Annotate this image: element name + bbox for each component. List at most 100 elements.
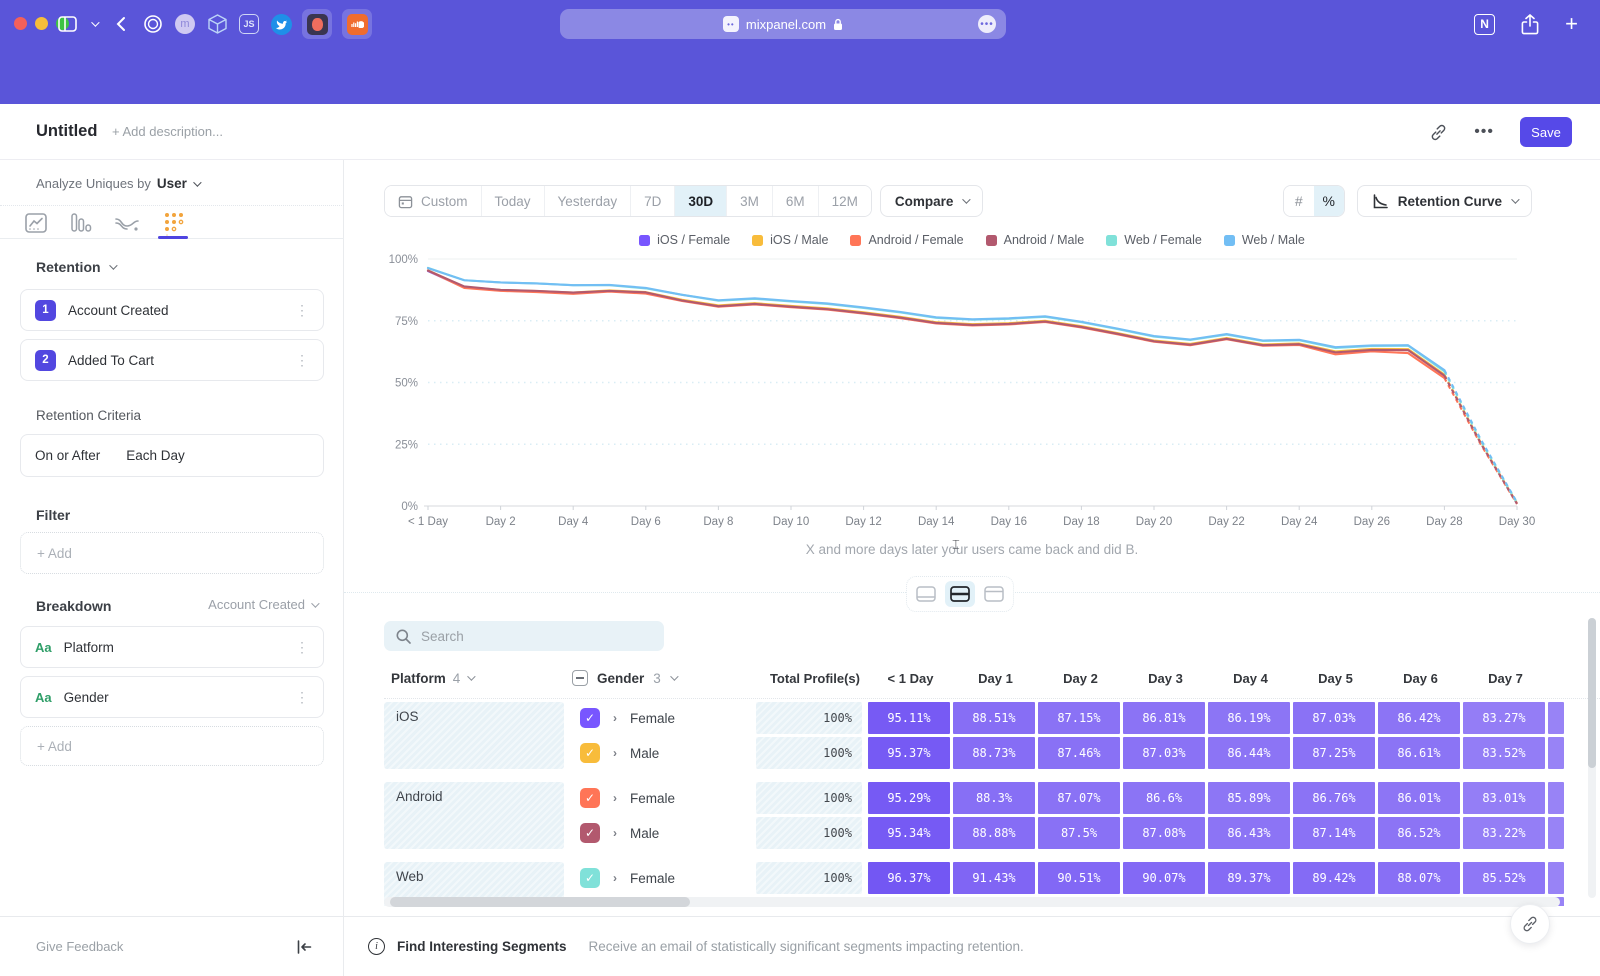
view-selector-button[interactable]: Retention Curve <box>1357 185 1532 217</box>
horizontal-scrollbar[interactable] <box>384 897 1560 907</box>
date-range-custom[interactable]: Custom <box>385 186 482 216</box>
new-tab-icon[interactable]: + <box>1565 14 1578 34</box>
retention-value-cell[interactable]: 88.07% <box>1378 862 1460 894</box>
more-options-icon[interactable]: ⋮ <box>295 689 309 706</box>
notion-icon[interactable]: N <box>1474 14 1495 35</box>
date-range-6m[interactable]: 6M <box>773 186 819 216</box>
soundcloud-icon[interactable] <box>342 9 372 39</box>
collapse-sidebar-icon[interactable] <box>296 939 313 955</box>
more-options-icon[interactable]: ⋮ <box>295 302 309 319</box>
retention-value-cell[interactable]: 86.43% <box>1208 817 1290 849</box>
retention-value-cell[interactable]: 88.51% <box>953 702 1035 734</box>
expand-chevron-icon[interactable]: › <box>613 791 617 805</box>
vertical-scrollbar[interactable] <box>1588 618 1596 898</box>
address-bar[interactable]: •• mixpanel.com ••• <box>560 9 1006 39</box>
gender-cell[interactable]: ✓›Male <box>572 737 750 769</box>
back-icon[interactable] <box>110 13 132 35</box>
tab-retention[interactable] <box>162 210 186 238</box>
expand-chevron-icon[interactable]: › <box>613 746 617 760</box>
save-button[interactable]: Save <box>1520 117 1572 147</box>
breakdown-card[interactable]: AaGender⋮ <box>20 676 324 718</box>
tab-overview-chevron-icon[interactable] <box>88 13 100 35</box>
retention-section-header[interactable]: Retention <box>36 259 115 275</box>
retention-value-cell[interactable]: 86.61% <box>1378 737 1460 769</box>
analyze-entity-selector[interactable]: User <box>157 176 187 191</box>
report-title[interactable]: Untitled <box>36 122 97 141</box>
retention-value-cell[interactable]: 86.19% <box>1208 702 1290 734</box>
js-icon[interactable]: JS <box>238 13 260 35</box>
legend-item[interactable]: Android / Female <box>850 233 963 247</box>
retention-value-cell[interactable]: 90.07% <box>1123 862 1205 894</box>
series-checkbox[interactable]: ✓ <box>580 743 600 763</box>
column-total-profiles[interactable]: Total Profile(s) <box>756 671 868 686</box>
gender-cell[interactable]: ✓›Female <box>572 702 750 734</box>
retention-value-cell[interactable]: 89.37% <box>1208 862 1290 894</box>
expand-chevron-icon[interactable]: › <box>613 871 617 885</box>
column-day1[interactable]: Day 1 <box>953 671 1038 686</box>
scrollbar-thumb[interactable] <box>1588 618 1596 768</box>
gender-cell[interactable]: ✓›Female <box>572 782 750 814</box>
close-window-button[interactable] <box>14 17 27 30</box>
criteria-mode[interactable]: On or After <box>35 448 100 463</box>
legend-item[interactable]: iOS / Female <box>639 233 730 247</box>
series-checkbox[interactable]: ✓ <box>580 788 600 808</box>
table-search[interactable] <box>384 621 664 651</box>
red-app-icon[interactable] <box>302 9 332 39</box>
layout-split-button[interactable] <box>945 581 975 607</box>
date-range-12m[interactable]: 12M <box>819 186 871 216</box>
tab-flows[interactable] <box>114 210 140 238</box>
retention-step-card[interactable]: 2Added To Cart⋮ <box>20 339 324 381</box>
date-range-30d[interactable]: 30D <box>675 186 727 216</box>
retention-value-cell[interactable]: 87.46% <box>1038 737 1120 769</box>
bird-icon[interactable] <box>270 13 292 35</box>
column-day3[interactable]: Day 3 <box>1123 671 1208 686</box>
retention-value-cell[interactable]: 95.29% <box>868 782 950 814</box>
series-checkbox[interactable]: ✓ <box>580 823 600 843</box>
add-filter-button[interactable]: + Add <box>20 532 324 574</box>
retention-value-cell[interactable]: 86.42% <box>1378 702 1460 734</box>
absolute-values-toggle[interactable]: # <box>1284 186 1314 216</box>
share-link-floating-button[interactable] <box>1510 904 1550 944</box>
layout-chart-focus-button[interactable] <box>911 581 941 607</box>
platform-cell[interactable]: Android <box>384 782 564 849</box>
sidebar-toggle-icon[interactable] <box>56 13 78 35</box>
breakdown-card[interactable]: AaPlatform⋮ <box>20 626 324 668</box>
retention-value-cell[interactable]: 91.43% <box>953 862 1035 894</box>
column-day5[interactable]: Day 5 <box>1293 671 1378 686</box>
date-range-7d[interactable]: 7D <box>631 186 675 216</box>
retention-value-cell[interactable]: 95.34% <box>868 817 950 849</box>
give-feedback-link[interactable]: Give Feedback <box>36 939 123 954</box>
column-gender[interactable]: Gender 3 <box>572 670 756 686</box>
gender-cell[interactable]: ✓›Male <box>572 817 750 849</box>
retention-value-cell[interactable]: 86.01% <box>1378 782 1460 814</box>
retention-step-card[interactable]: 1Account Created⋮ <box>20 289 324 331</box>
retention-value-cell[interactable]: 87.03% <box>1123 737 1205 769</box>
retention-value-cell[interactable]: 86.76% <box>1293 782 1375 814</box>
retention-value-cell[interactable]: 87.03% <box>1293 702 1375 734</box>
retention-value-cell[interactable]: 87.14% <box>1293 817 1375 849</box>
retention-value-cell[interactable]: 83.52% <box>1463 737 1545 769</box>
gender-indeterminate-checkbox[interactable] <box>572 670 588 686</box>
extension-badge-icon[interactable]: ••• <box>978 15 996 33</box>
retention-value-cell[interactable]: 95.37% <box>868 737 950 769</box>
legend-item[interactable]: iOS / Male <box>752 233 828 247</box>
series-checkbox[interactable]: ✓ <box>580 708 600 728</box>
date-range-yesterday[interactable]: Yesterday <box>545 186 632 216</box>
retention-criteria-card[interactable]: On or After Each Day <box>20 434 324 477</box>
more-options-icon[interactable]: ••• <box>1474 123 1494 141</box>
gender-cell[interactable]: ✓›Female <box>572 862 750 894</box>
record-circle-icon[interactable] <box>142 13 164 35</box>
legend-item[interactable]: Web / Male <box>1224 233 1305 247</box>
retention-value-cell[interactable]: 87.07% <box>1038 782 1120 814</box>
retention-value-cell[interactable]: 87.5% <box>1038 817 1120 849</box>
retention-value-cell[interactable]: 86.44% <box>1208 737 1290 769</box>
retention-value-cell[interactable]: 85.89% <box>1208 782 1290 814</box>
column-1day[interactable]: < 1 Day <box>868 671 953 686</box>
retention-value-cell[interactable]: 89.42% <box>1293 862 1375 894</box>
minimize-window-button[interactable] <box>35 17 48 30</box>
retention-value-cell[interactable]: 86.6% <box>1123 782 1205 814</box>
share-icon[interactable] <box>1521 14 1539 35</box>
series-checkbox[interactable]: ✓ <box>580 868 600 888</box>
retention-value-cell[interactable]: 87.15% <box>1038 702 1120 734</box>
add-breakdown-button[interactable]: + Add <box>20 726 324 766</box>
